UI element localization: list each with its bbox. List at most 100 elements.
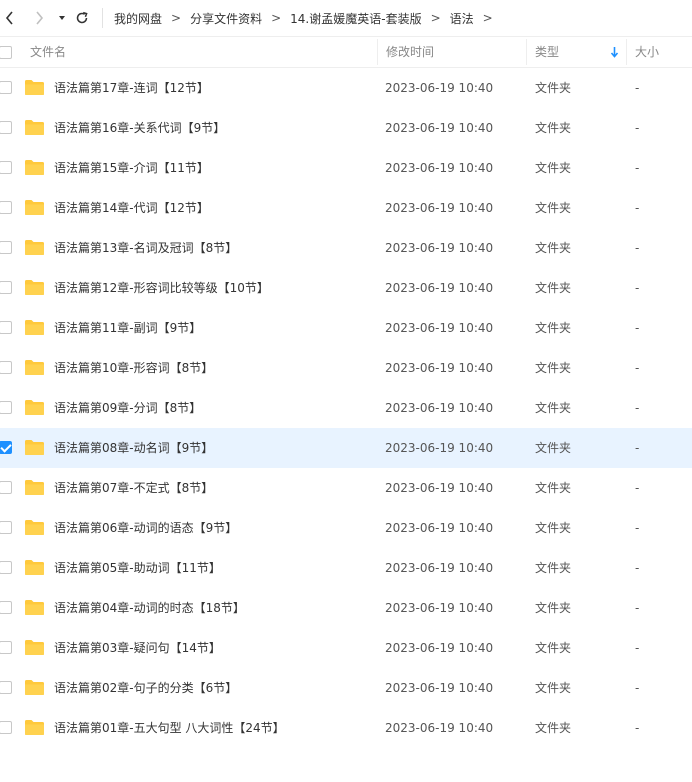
file-name[interactable]: 语法篇第13章-名词及冠词【8节】: [54, 228, 237, 268]
file-row[interactable]: 语法篇第14章-代词【12节】 2023-06-19 10:40 文件夹 -: [0, 188, 692, 228]
row-checkbox[interactable]: [0, 201, 12, 214]
file-name[interactable]: 语法篇第01章-五大句型 八大词性【24节】: [54, 708, 285, 748]
file-type: 文件夹: [535, 241, 572, 255]
row-checkbox[interactable]: [0, 81, 12, 94]
file-row[interactable]: 语法篇第03章-疑问句【14节】 2023-06-19 10:40 文件夹 -: [0, 628, 692, 668]
folder-icon: [25, 640, 44, 655]
row-checkbox[interactable]: [0, 401, 12, 414]
row-checkbox[interactable]: [0, 281, 12, 294]
column-header-size[interactable]: 大小: [635, 37, 659, 67]
toolbar-divider: [102, 8, 103, 28]
breadcrumb-separator: >: [171, 11, 182, 25]
file-name[interactable]: 语法篇第15章-介词【11节】: [54, 148, 209, 188]
file-size: -: [635, 481, 640, 495]
row-checkbox[interactable]: [0, 641, 12, 654]
file-list-header: 文件名 修改时间 类型 大小: [0, 36, 692, 68]
file-row[interactable]: 语法篇第09章-分词【8节】 2023-06-19 10:40 文件夹 -: [0, 388, 692, 428]
file-name[interactable]: 语法篇第04章-动词的时态【18节】: [54, 588, 245, 628]
folder-icon: [25, 400, 44, 415]
column-header-type[interactable]: 类型: [535, 37, 559, 67]
history-dropdown-button[interactable]: [52, 8, 72, 28]
row-checkbox[interactable]: [0, 321, 12, 334]
row-checkbox[interactable]: [0, 481, 12, 494]
file-row[interactable]: 语法篇第13章-名词及冠词【8节】 2023-06-19 10:40 文件夹 -: [0, 228, 692, 268]
file-modified-time: 2023-06-19 10:40: [385, 721, 494, 735]
file-row[interactable]: 语法篇第08章-动名词【9节】 2023-06-19 10:40 文件夹 -: [0, 428, 692, 468]
file-name[interactable]: 语法篇第12章-形容词比较等级【10节】: [54, 268, 269, 308]
file-name[interactable]: 语法篇第08章-动名词【9节】: [54, 428, 213, 468]
column-header-name[interactable]: 文件名: [30, 37, 66, 67]
file-size: -: [635, 201, 640, 215]
file-name[interactable]: 语法篇第17章-连词【12节】: [54, 68, 209, 108]
refresh-button[interactable]: [72, 8, 92, 28]
breadcrumb-item[interactable]: 分享文件资料: [190, 10, 262, 27]
file-modified-time: 2023-06-19 10:40: [385, 681, 494, 695]
file-row[interactable]: 语法篇第12章-形容词比较等级【10节】 2023-06-19 10:40 文件夹 -: [0, 268, 692, 308]
file-size: -: [635, 281, 640, 295]
file-name[interactable]: 语法篇第10章-形容词【8节】: [54, 348, 213, 388]
file-row[interactable]: 语法篇第07章-不定式【8节】 2023-06-19 10:40 文件夹 -: [0, 468, 692, 508]
column-header-modified[interactable]: 修改时间: [386, 37, 434, 67]
file-size: -: [635, 521, 640, 535]
column-divider[interactable]: [626, 39, 627, 65]
file-modified-time: 2023-06-19 10:40: [385, 641, 494, 655]
file-type: 文件夹: [535, 601, 572, 615]
file-modified-time: 2023-06-19 10:40: [385, 321, 494, 335]
file-size: -: [635, 641, 640, 655]
file-row[interactable]: 语法篇第01章-五大句型 八大词性【24节】 2023-06-19 10:40 文件…: [0, 708, 692, 748]
refresh-icon: [76, 11, 88, 24]
file-name[interactable]: 语法篇第16章-关系代词【9节】: [54, 108, 225, 148]
file-name[interactable]: 语法篇第06章-动词的语态【9节】: [54, 508, 237, 548]
file-row[interactable]: 语法篇第15章-介词【11节】 2023-06-19 10:40 文件夹 -: [0, 148, 692, 188]
file-row[interactable]: 语法篇第16章-关系代词【9节】 2023-06-19 10:40 文件夹 -: [0, 108, 692, 148]
row-checkbox[interactable]: [0, 521, 12, 534]
folder-icon: [25, 200, 44, 215]
back-button[interactable]: [0, 8, 20, 28]
file-row[interactable]: 语法篇第10章-形容词【8节】 2023-06-19 10:40 文件夹 -: [0, 348, 692, 388]
file-name[interactable]: 语法篇第03章-疑问句【14节】: [54, 628, 221, 668]
breadcrumb-separator: >: [482, 11, 493, 25]
file-modified-time: 2023-06-19 10:40: [385, 481, 494, 495]
breadcrumb-item[interactable]: 14.谢孟媛魔英语-套装版: [290, 10, 421, 27]
file-name[interactable]: 语法篇第09章-分词【8节】: [54, 388, 201, 428]
folder-icon: [25, 240, 44, 255]
row-checkbox[interactable]: [0, 361, 12, 374]
column-divider[interactable]: [377, 39, 378, 65]
file-name[interactable]: 语法篇第02章-句子的分类【6节】: [54, 668, 237, 708]
file-size: -: [635, 401, 640, 415]
breadcrumb-item[interactable]: 我的网盘: [114, 10, 162, 27]
file-row[interactable]: 语法篇第06章-动词的语态【9节】 2023-06-19 10:40 文件夹 -: [0, 508, 692, 548]
forward-button[interactable]: [29, 8, 49, 28]
file-modified-time: 2023-06-19 10:40: [385, 361, 494, 375]
folder-icon: [25, 720, 44, 735]
folder-icon: [25, 440, 44, 455]
row-checkbox[interactable]: [0, 241, 12, 254]
file-name[interactable]: 语法篇第07章-不定式【8节】: [54, 468, 213, 508]
file-modified-time: 2023-06-19 10:40: [385, 561, 494, 575]
file-type: 文件夹: [535, 361, 572, 375]
file-name[interactable]: 语法篇第14章-代词【12节】: [54, 188, 209, 228]
file-type: 文件夹: [535, 561, 572, 575]
file-row[interactable]: 语法篇第11章-副词【9节】 2023-06-19 10:40 文件夹 -: [0, 308, 692, 348]
row-checkbox[interactable]: [0, 161, 12, 174]
row-checkbox[interactable]: [0, 681, 12, 694]
file-name[interactable]: 语法篇第05章-助动词【11节】: [54, 548, 221, 588]
select-all-checkbox[interactable]: [0, 46, 12, 59]
folder-icon: [25, 120, 44, 135]
file-row[interactable]: 语法篇第04章-动词的时态【18节】 2023-06-19 10:40 文件夹 -: [0, 588, 692, 628]
file-type: 文件夹: [535, 641, 572, 655]
row-checkbox[interactable]: [0, 561, 12, 574]
file-size: -: [635, 561, 640, 575]
row-checkbox[interactable]: [0, 121, 12, 134]
row-checkbox[interactable]: [0, 601, 12, 614]
column-divider[interactable]: [526, 39, 527, 65]
file-name[interactable]: 语法篇第11章-副词【9节】: [54, 308, 201, 348]
row-checkbox[interactable]: [0, 721, 12, 734]
file-row[interactable]: 语法篇第17章-连词【12节】 2023-06-19 10:40 文件夹 -: [0, 68, 692, 108]
file-size: -: [635, 361, 640, 375]
breadcrumb-item[interactable]: 语法: [450, 10, 474, 27]
caret-down-icon: [59, 16, 65, 20]
file-row[interactable]: 语法篇第02章-句子的分类【6节】 2023-06-19 10:40 文件夹 -: [0, 668, 692, 708]
file-row[interactable]: 语法篇第05章-助动词【11节】 2023-06-19 10:40 文件夹 -: [0, 548, 692, 588]
row-checkbox[interactable]: [0, 441, 12, 454]
